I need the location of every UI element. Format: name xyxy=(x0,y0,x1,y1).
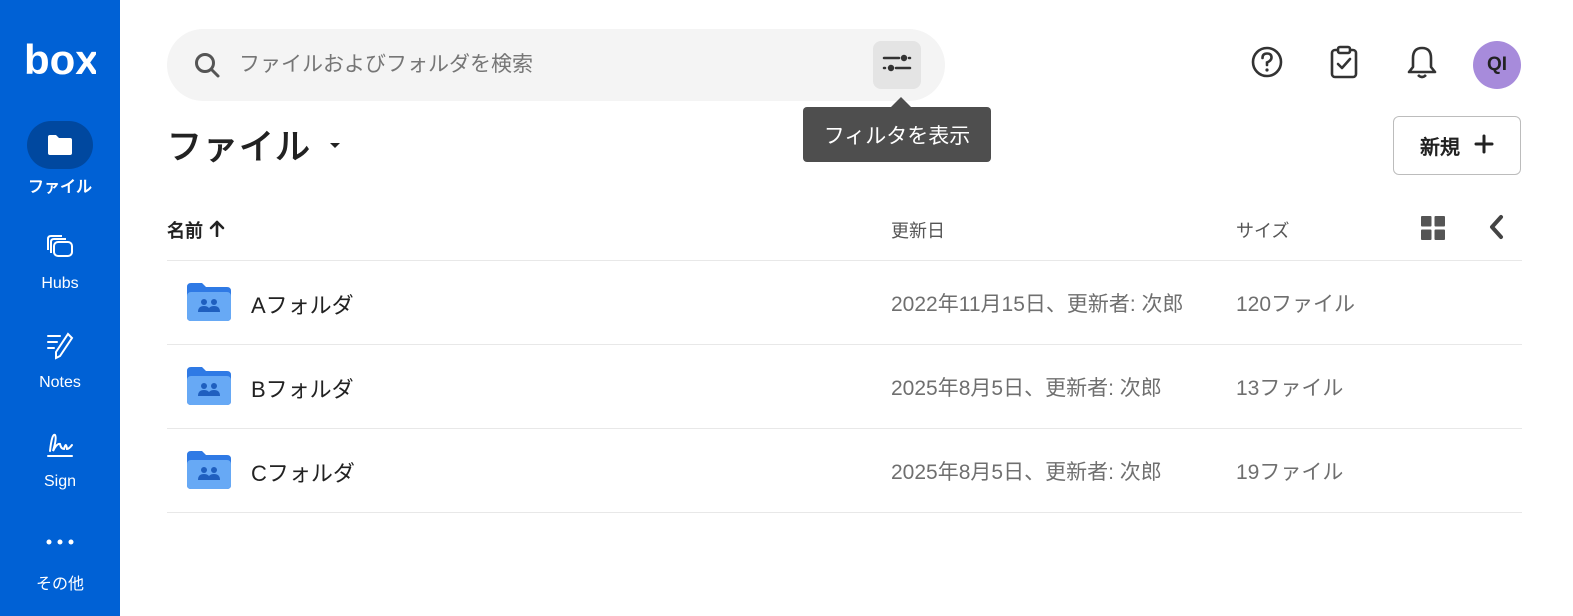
filter-tooltip: フィルタを表示 xyxy=(803,97,991,162)
sort-ascending-icon xyxy=(203,219,225,242)
filter-sliders-icon xyxy=(882,52,912,79)
item-size: 120ファイル xyxy=(1236,293,1356,316)
modified-date: 2025年8月5日、更新者: 次郎 xyxy=(891,461,1162,484)
folder-name[interactable]: Bフォルダ xyxy=(251,372,354,404)
item-size: 13ファイル xyxy=(1236,377,1344,400)
sidebar-item-label: Notes xyxy=(39,374,81,391)
logo-text: box xyxy=(24,40,96,80)
column-label: 名前 xyxy=(167,221,203,241)
tasks-button[interactable] xyxy=(1322,42,1366,86)
sidebar-item-more[interactable]: その他 xyxy=(0,518,120,594)
caret-down-icon xyxy=(329,137,341,155)
sign-icon xyxy=(27,421,93,469)
bell-icon xyxy=(1406,45,1438,84)
tooltip-text: フィルタを表示 xyxy=(823,124,971,148)
filter-button[interactable] xyxy=(873,41,921,89)
sidebar-item-label: ファイル xyxy=(27,179,92,196)
box-logo[interactable]: box xyxy=(24,36,99,83)
tooltip-arrow xyxy=(891,97,911,107)
table-header: 名前 更新日 サイズ xyxy=(167,200,1522,261)
new-button[interactable]: 新規 xyxy=(1393,116,1521,175)
folder-name[interactable]: Cフォルダ xyxy=(251,456,355,488)
grid-view-icon xyxy=(1420,216,1446,245)
sidebar-item-hubs[interactable]: Hubs xyxy=(0,223,120,293)
sidebar-item-label: その他 xyxy=(35,576,84,593)
help-button[interactable] xyxy=(1245,42,1289,86)
notes-icon xyxy=(27,322,93,370)
grid-view-button[interactable] xyxy=(1420,215,1448,243)
table-row[interactable]: Cフォルダ 2025年8月5日、更新者: 次郎 19ファイル xyxy=(167,429,1522,513)
more-icon xyxy=(27,518,93,566)
hubs-icon xyxy=(27,223,93,271)
page-title-dropdown[interactable]: ファイル xyxy=(167,122,341,167)
sidebar: box ファイル Hubs Notes Sign その他 xyxy=(0,0,120,616)
folder-icon xyxy=(27,121,93,169)
page-title: ファイル xyxy=(167,127,312,167)
folder-name[interactable]: Aフォルダ xyxy=(251,288,354,320)
search-icon xyxy=(193,51,221,79)
avatar-initials: QI xyxy=(1486,54,1508,75)
search-bar xyxy=(167,29,945,101)
sidebar-item-files[interactable]: ファイル xyxy=(0,121,120,197)
sidebar-toggle-button[interactable] xyxy=(1483,214,1511,244)
sidebar-item-notes[interactable]: Notes xyxy=(0,322,120,392)
chevron-left-icon xyxy=(1489,214,1505,245)
shared-folder-icon xyxy=(187,451,231,489)
column-header-name[interactable]: 名前 xyxy=(167,217,225,243)
clipboard-check-icon xyxy=(1329,45,1359,84)
sidebar-item-sign[interactable]: Sign xyxy=(0,421,120,491)
modified-date: 2025年8月5日、更新者: 次郎 xyxy=(891,377,1162,400)
plus-icon xyxy=(1474,134,1494,157)
sidebar-item-label: Hubs xyxy=(41,275,79,292)
new-button-label: 新規 xyxy=(1420,137,1460,159)
table-row[interactable]: Aフォルダ 2022年11月15日、更新者: 次郎 120ファイル xyxy=(167,261,1522,345)
avatar[interactable]: QI xyxy=(1473,41,1521,89)
shared-folder-icon xyxy=(187,283,231,321)
modified-date: 2022年11月15日、更新者: 次郎 xyxy=(891,293,1184,316)
item-size: 19ファイル xyxy=(1236,461,1344,484)
sidebar-item-label: Sign xyxy=(43,473,77,490)
shared-folder-icon xyxy=(187,367,231,405)
column-header-modified[interactable]: 更新日 xyxy=(891,217,945,243)
help-icon xyxy=(1250,45,1284,84)
search-input[interactable] xyxy=(239,47,859,83)
column-header-size[interactable]: サイズ xyxy=(1236,217,1289,243)
notifications-button[interactable] xyxy=(1400,42,1444,86)
table-row[interactable]: Bフォルダ 2025年8月5日、更新者: 次郎 13ファイル xyxy=(167,345,1522,429)
